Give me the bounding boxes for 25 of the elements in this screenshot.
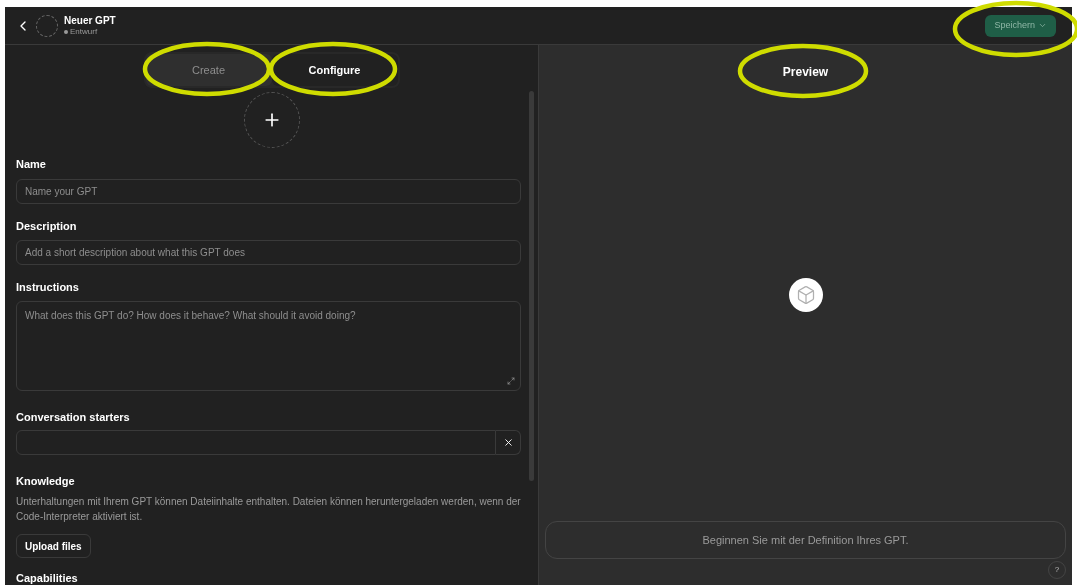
gpt-title: Neuer GPT xyxy=(64,15,116,26)
field-label: Description xyxy=(16,218,78,234)
preview-title: Preview xyxy=(782,64,829,81)
expand-icon[interactable] xyxy=(507,376,515,385)
instructions-field[interactable]: What does this GPT do? How does it behave? What should it avoid doing? xyxy=(16,300,521,391)
conversation-starter-field[interactable] xyxy=(16,430,496,455)
field-label: Conversation starters xyxy=(16,409,131,425)
remove-button[interactable] xyxy=(496,430,521,455)
section-label: Capabilities xyxy=(16,571,79,585)
save-button[interactable]: Speichern xyxy=(985,14,1056,37)
tab[interactable]: Create xyxy=(145,54,272,86)
knowledge-description: Unterhaltungen mit Ihrem GPT können Dateiinhalte enthalten. Dateien können heruntergeladen werden, wenn der Code-Interpreter aktiviert ist. xyxy=(16,494,521,524)
field-label: Name xyxy=(16,157,47,172)
draft-status: Entwurf xyxy=(70,27,98,36)
caret-icon xyxy=(1038,21,1047,30)
field-label: Instructions xyxy=(16,280,80,295)
close-icon xyxy=(502,437,514,448)
message-placeholder: Beginnen Sie mit der Definition Ihres GPT. xyxy=(702,532,909,548)
message-field[interactable]: Beginnen Sie mit der Definition Ihres GPT. xyxy=(545,521,1066,559)
text-field[interactable]: Name your GPT xyxy=(16,178,521,204)
section-label: Knowledge xyxy=(16,474,76,489)
cube-icon xyxy=(795,285,816,305)
text-field[interactable]: Add a short description about what this GPT does xyxy=(16,240,521,265)
tab[interactable]: Configure xyxy=(271,54,398,86)
upload-files-button[interactable]: Upload files xyxy=(16,534,91,558)
